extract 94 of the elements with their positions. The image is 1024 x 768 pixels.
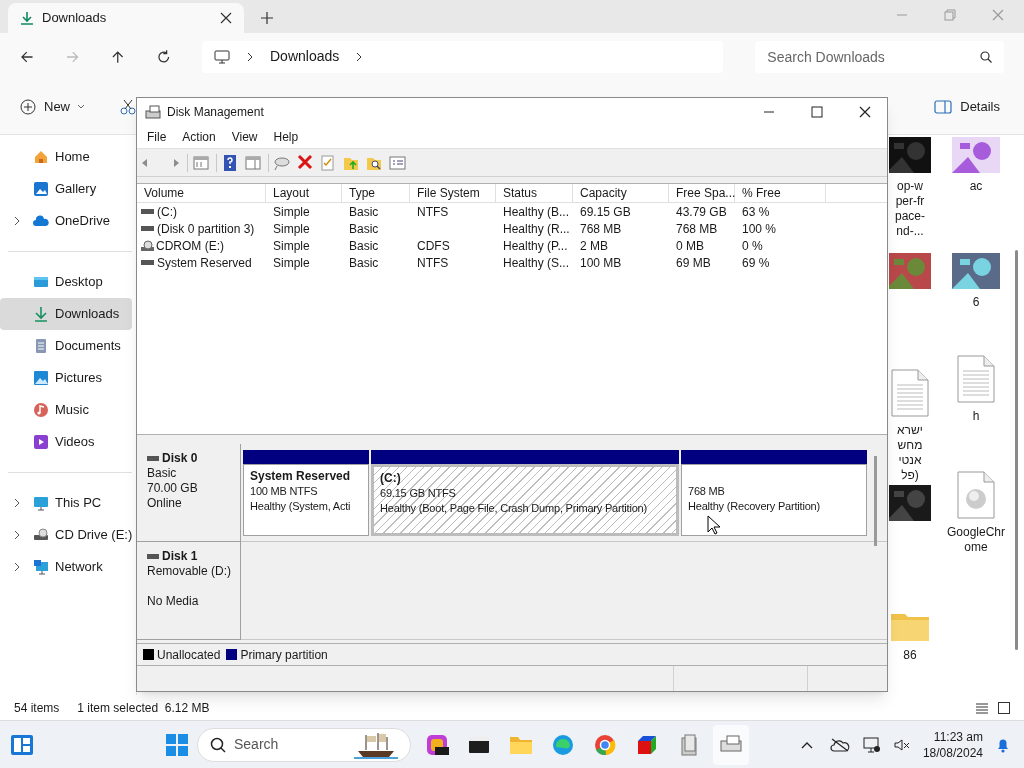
table-cell-text: Simple [273, 254, 310, 272]
sidebar-item[interactable]: Network [0, 551, 132, 583]
table-cell-text: Healthy (B... [503, 203, 570, 221]
breadcrumb-item[interactable]: Downloads [270, 46, 340, 67]
legend-label: Primary partition [240, 646, 328, 664]
disk-name: Disk 0 [162, 451, 198, 466]
file-name[interactable]: 86 [903, 648, 917, 663]
table-cell-text: Healthy (P... [503, 237, 568, 255]
table-cell-text: Simple [273, 203, 310, 221]
menu-item[interactable]: View [223, 128, 266, 146]
new-button[interactable]: New [20, 97, 84, 117]
table-cell-text: 43.79 GB [676, 203, 727, 221]
sidebar-item[interactable]: CD Drive (E:) [0, 519, 132, 551]
disk-info: Basic [147, 466, 178, 481]
address-field[interactable]: Downloads [202, 40, 724, 73]
table-cell-text: Simple [273, 220, 310, 238]
table-cell-text: Basic [349, 220, 379, 238]
file-name[interactable]: ac [969, 179, 983, 194]
file-name[interactable]: op-w per-fr pace- nd-... [895, 179, 925, 239]
table-cell-text: CDFS [417, 237, 450, 255]
file-name[interactable]: 6 [972, 295, 980, 310]
legend-label: Unallocated [157, 646, 221, 664]
partition-name: System Reserved [250, 469, 352, 484]
partition-info: Healthy (Boot, Page File, Crash Dump, Primary Partition) [380, 501, 647, 516]
partition-block[interactable]: System Reserved 100 MB NTFS Healthy (System, Acti [243, 464, 369, 536]
window-title: Disk Management [167, 104, 265, 121]
disk-name: Disk 1 [162, 549, 198, 564]
taskbar-search[interactable]: Search [197, 727, 411, 762]
sidebar-item[interactable]: Home [0, 141, 132, 173]
column-header[interactable]: Status [496, 184, 573, 202]
table-cell-text: 768 MB [676, 220, 718, 238]
column-header[interactable]: Type [342, 184, 410, 202]
table-cell-text: Basic [349, 203, 379, 221]
menu-item[interactable]: File [139, 128, 175, 146]
column-header[interactable]: Volume [137, 184, 266, 202]
table-cell-text: Healthy (S... [503, 254, 570, 272]
menu-item[interactable]: Action [174, 128, 224, 146]
item-count: 54 items [14, 699, 60, 717]
table-cell-text: Simple [273, 237, 310, 255]
disk-info: Removable (D:) [147, 564, 233, 579]
table-cell-text: Basic [349, 237, 379, 255]
column-header[interactable]: File System [410, 184, 496, 202]
table-cell-text: 100 % [742, 220, 777, 238]
table-cell-text: 63 % [742, 203, 770, 221]
sidebar-item[interactable]: Videos [0, 426, 132, 458]
clock-time[interactable]: 11:23 am [933, 728, 983, 745]
selection-info: 1 item selected 6.12 MB [77, 699, 210, 717]
table-cell-text: 69 % [742, 254, 770, 272]
table-cell-text: (C:) [157, 203, 177, 221]
sidebar-item[interactable]: OneDrive [0, 205, 132, 237]
menu-item[interactable]: Help [265, 128, 307, 146]
file-name[interactable]: GoogleChr ome [947, 525, 1005, 555]
sidebar-item[interactable]: Desktop [0, 266, 132, 298]
table-cell-text: Healthy (R... [503, 220, 570, 238]
partition-name: (C:) [380, 471, 402, 486]
table-cell-text: Basic [349, 254, 379, 272]
column-header[interactable]: Free Spa... [669, 184, 735, 202]
table-cell-text: (Disk 0 partition 3) [157, 220, 255, 238]
file-name[interactable]: h [972, 409, 980, 424]
table-cell-text: 0 % [742, 237, 763, 255]
table-cell-text: 69 MB [676, 254, 711, 272]
disk-status: Online [147, 496, 183, 511]
column-header[interactable]: % Free [735, 184, 826, 202]
disk-status: No Media [147, 594, 200, 609]
table-cell-text: 768 MB [580, 220, 622, 238]
disk-info: 70.00 GB [147, 481, 199, 496]
sidebar-item[interactable]: Downloads [0, 298, 132, 330]
sidebar-item[interactable]: Gallery [0, 173, 132, 205]
partition-info: Healthy (Recovery Partition) [688, 499, 820, 514]
table-cell-text: System Reserved [157, 254, 252, 272]
sidebar-item[interactable]: Pictures [0, 362, 132, 394]
partition-info: 768 MB [688, 484, 725, 499]
partition-block[interactable]: (C:) 69.15 GB NTFS Healthy (Boot, Page File, Crash Dump, Primary Partition) [371, 464, 679, 536]
sidebar-item[interactable]: This PC [0, 487, 132, 519]
partition-info: Healthy (System, Acti [250, 499, 351, 514]
table-cell-text: 2 MB [580, 237, 608, 255]
table-cell-text: 100 MB [580, 254, 622, 272]
sidebar-item[interactable]: Documents [0, 330, 132, 362]
partition-info: 69.15 GB NTFS [380, 486, 456, 501]
partition-info: 100 MB NTFS [250, 484, 318, 499]
column-header[interactable]: Capacity [573, 184, 669, 202]
file-name[interactable]: ישרא מחש אנטי (פל [897, 423, 923, 483]
partition-block[interactable]: 768 MB Healthy (Recovery Partition) [681, 464, 867, 536]
search-field[interactable]: Search Downloads [755, 40, 1004, 73]
table-cell-text: 0 MB [676, 237, 704, 255]
column-header[interactable]: Layout [266, 184, 342, 202]
table-cell-text: NTFS [417, 254, 449, 272]
table-cell-text: CDROM (E:) [156, 237, 224, 255]
table-cell-text: 69.15 GB [580, 203, 631, 221]
table-cell-text: NTFS [417, 203, 449, 221]
details-button[interactable]: Details [934, 97, 1000, 117]
window-tab[interactable]: Downloads [8, 3, 244, 33]
clock-date[interactable]: 18/08/2024 [922, 744, 983, 761]
sidebar-item[interactable]: Music [0, 394, 132, 426]
